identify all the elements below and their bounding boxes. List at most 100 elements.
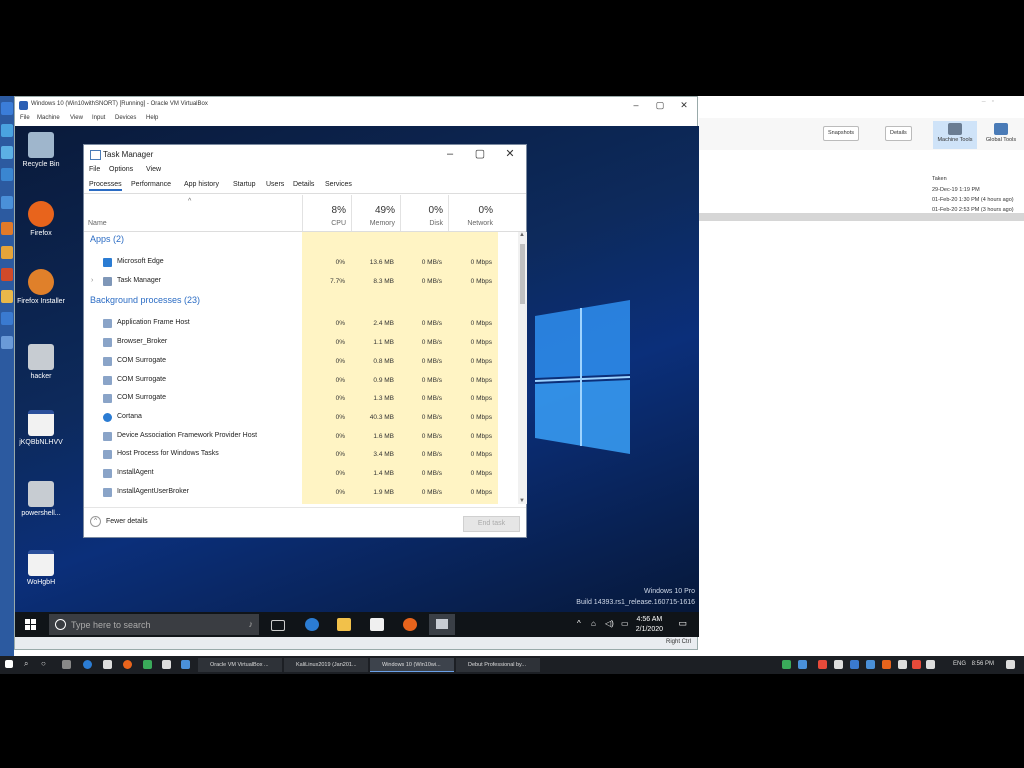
host-shortcut-icon[interactable] xyxy=(1,196,13,209)
tab-app-history[interactable]: App history xyxy=(184,181,219,188)
end-task-button[interactable]: End task xyxy=(463,516,520,532)
host-task-button[interactable]: Oracle VM VirtualBox ... xyxy=(198,658,282,672)
firefox-installer-shortcut[interactable]: Firefox Installer xyxy=(15,269,71,305)
host-language-indicator[interactable]: ENG xyxy=(953,661,966,667)
process-row[interactable]: COM Surrogate 0% 1.3 MB 0 MB/s 0 Mbps xyxy=(84,390,518,408)
host-shortcut-icon[interactable] xyxy=(1,290,13,303)
name-column-header[interactable]: Name xyxy=(88,220,107,227)
host-clock[interactable]: 8:56 PM xyxy=(972,661,994,667)
host-start-icon[interactable] xyxy=(5,660,13,668)
memory-column-header[interactable]: 49% Memory xyxy=(351,195,400,231)
action-center-icon[interactable]: ▭ xyxy=(678,618,687,629)
snapshot-date[interactable]: 01-Feb-20 1:30 PM (4 hours ago) xyxy=(932,197,1014,203)
firefox-shortcut[interactable]: Firefox xyxy=(15,201,71,237)
vbox-title-bar[interactable]: Windows 10 (Win10withSNORT) [Running] - … xyxy=(15,97,697,114)
manager-window-controls[interactable]: – ▫ xyxy=(982,98,994,105)
menu-help[interactable]: Help xyxy=(146,115,158,121)
chevron-up-icon[interactable]: ^ xyxy=(90,516,101,527)
scroll-down-icon[interactable]: ▼ xyxy=(519,498,525,504)
process-row[interactable]: Host Process for Windows Tasks 0% 3.4 MB 0 … xyxy=(84,446,518,464)
process-row[interactable]: Microsoft Edge 0% 13.6 MB 0 MB/s 0 Mbps xyxy=(84,254,518,272)
host-task-button-active[interactable]: Windows 10 (Win10wi... xyxy=(370,658,454,672)
menu-input[interactable]: Input xyxy=(92,115,105,121)
process-row[interactable]: Application Frame Host 0% 2.4 MB 0 MB/s 0 Mb… xyxy=(84,315,518,333)
host-shortcut-icon[interactable] xyxy=(1,102,13,115)
scrollbar-thumb[interactable] xyxy=(520,244,525,304)
host-app-icon[interactable] xyxy=(162,660,171,669)
task-manager-title-bar[interactable]: Task Manager – ▢ ✕ xyxy=(84,145,526,163)
tray-app-icon[interactable] xyxy=(798,660,807,669)
minimize-button[interactable]: – xyxy=(625,98,647,112)
close-button[interactable]: ✕ xyxy=(673,98,695,112)
tray-app-icon[interactable] xyxy=(850,660,859,669)
host-app-icon[interactable] xyxy=(181,660,190,669)
snapshots-button[interactable]: Snapshots xyxy=(823,126,859,141)
tab-users[interactable]: Users xyxy=(266,181,284,188)
tray-app-icon[interactable] xyxy=(882,660,891,669)
tab-performance[interactable]: Performance xyxy=(131,181,171,188)
host-task-button[interactable]: KaliLinux2019 (Jan201... xyxy=(284,658,368,672)
tab-services[interactable]: Services xyxy=(325,181,352,188)
menu-options[interactable]: Options xyxy=(109,166,133,173)
maximize-button[interactable]: ▢ xyxy=(649,98,671,112)
recycle-bin-shortcut[interactable]: Recycle Bin xyxy=(15,132,71,168)
host-shortcut-icon[interactable] xyxy=(1,312,13,325)
cpu-column-header[interactable]: 8% CPU xyxy=(302,195,351,231)
tray-app-icon[interactable] xyxy=(834,660,843,669)
global-tools-button[interactable]: Global Tools xyxy=(979,121,1023,149)
host-store-icon[interactable] xyxy=(103,660,112,669)
disk-column-header[interactable]: 0% Disk xyxy=(400,195,448,231)
host-taskview-icon[interactable] xyxy=(62,660,71,669)
tray-chevron-icon[interactable]: ^ xyxy=(577,619,581,628)
tab-processes[interactable]: Processes xyxy=(89,181,122,191)
firefox-icon[interactable] xyxy=(403,618,417,631)
machine-tools-button[interactable]: Machine Tools xyxy=(933,121,977,149)
tray-clock[interactable]: 4:56 AM 2/1/2020 xyxy=(636,615,663,635)
host-shortcut-icon[interactable] xyxy=(1,146,13,159)
process-row[interactable]: › Task Manager 7.7% 8.3 MB 0 MB/s 0 Mbps xyxy=(84,273,518,291)
details-button[interactable]: Details xyxy=(885,126,912,141)
process-row[interactable]: Device Association Framework Provider Ho… xyxy=(84,428,518,446)
network-column-header[interactable]: 0% Network xyxy=(448,195,498,231)
host-shortcut-icon[interactable] xyxy=(1,124,13,137)
file-explorer-icon[interactable] xyxy=(337,618,351,631)
search-box[interactable]: Type here to search ♪ xyxy=(49,614,259,635)
edge-icon[interactable] xyxy=(305,618,319,631)
start-button[interactable] xyxy=(25,619,36,630)
host-shortcut-icon[interactable] xyxy=(1,268,13,281)
menu-machine[interactable]: Machine xyxy=(37,115,60,121)
host-task-button[interactable]: Debut Professional by... xyxy=(456,658,540,672)
host-shortcut-icon[interactable] xyxy=(1,336,13,349)
process-list-scrollbar[interactable]: ▲ ▼ xyxy=(518,232,527,504)
maximize-button[interactable]: ▢ xyxy=(466,147,494,161)
host-cortana-icon[interactable]: ○ xyxy=(41,659,46,668)
tray-app-icon[interactable] xyxy=(898,660,907,669)
host-shortcut-icon[interactable] xyxy=(1,168,13,181)
tray-app-icon[interactable] xyxy=(782,660,791,669)
volume-icon[interactable]: ◁) xyxy=(605,619,614,628)
host-firefox-icon[interactable] xyxy=(123,660,132,669)
process-row[interactable]: COM Surrogate 0% 0.8 MB 0 MB/s 0 Mbps xyxy=(84,353,518,371)
fewer-details-link[interactable]: Fewer details xyxy=(106,518,148,525)
tray-app-icon[interactable] xyxy=(866,660,875,669)
host-app-icon[interactable] xyxy=(143,660,152,669)
network-icon[interactable]: ⌂ xyxy=(591,619,596,628)
process-row[interactable]: Browser_Broker 0% 1.1 MB 0 MB/s 0 Mbps xyxy=(84,334,518,352)
group-header[interactable]: Background processes (23) xyxy=(90,295,200,305)
snapshot-date[interactable]: 29-Dec-19 1:19 PM xyxy=(932,187,980,193)
host-shortcut-icon[interactable] xyxy=(1,222,13,235)
menu-file[interactable]: File xyxy=(20,115,30,121)
language-icon[interactable]: ▭ xyxy=(621,619,629,628)
hacker-shortcut[interactable]: hacker xyxy=(15,344,71,380)
task-view-icon[interactable] xyxy=(271,620,285,631)
sort-arrow-icon[interactable]: ^ xyxy=(188,198,191,205)
menu-file[interactable]: File xyxy=(89,166,100,173)
scroll-up-icon[interactable]: ▲ xyxy=(519,232,525,238)
wohgbh-shortcut[interactable]: WoHgbH xyxy=(15,550,71,586)
task-manager-taskbar-button[interactable] xyxy=(429,614,455,635)
tray-app-icon[interactable] xyxy=(912,660,921,669)
menu-view[interactable]: View xyxy=(146,166,161,173)
host-shortcut-icon[interactable] xyxy=(1,246,13,259)
tab-details[interactable]: Details xyxy=(293,181,314,188)
host-search-icon[interactable]: ⌕ xyxy=(24,659,28,669)
